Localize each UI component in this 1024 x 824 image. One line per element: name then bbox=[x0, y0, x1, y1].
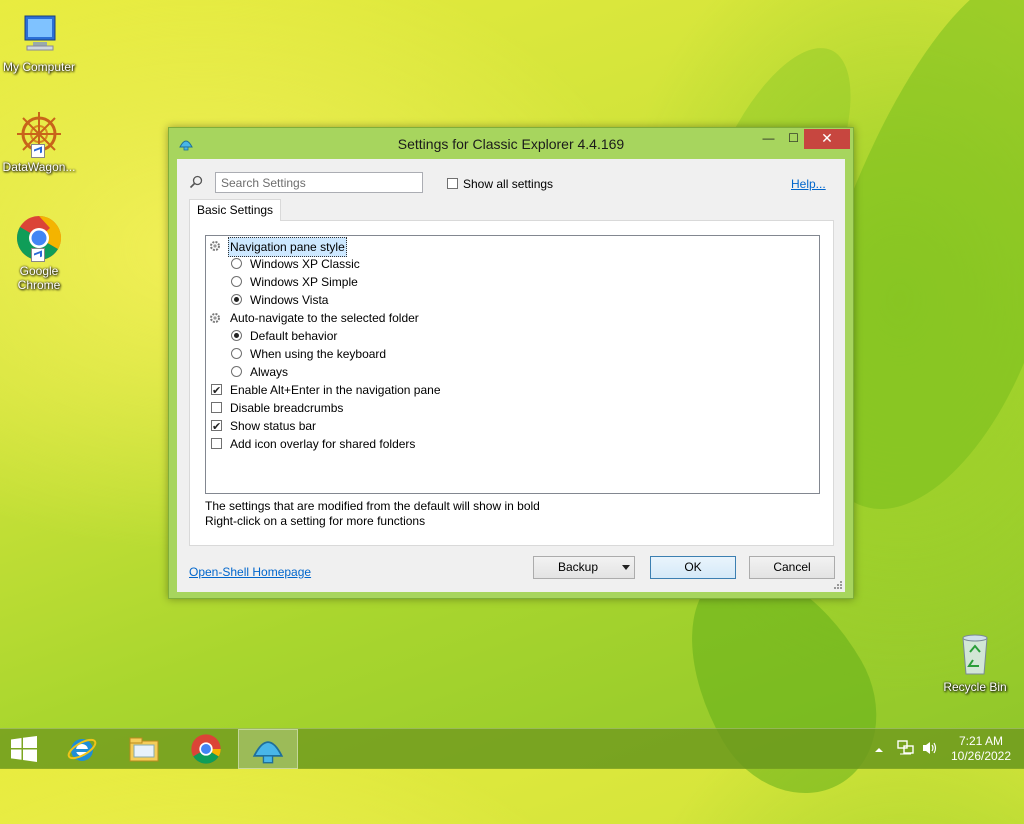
settings-gear-icon bbox=[210, 241, 220, 251]
shortcut-arrow-icon bbox=[31, 144, 45, 158]
radio-label: Windows XP Simple bbox=[250, 275, 358, 289]
settings-window: Settings for Classic Explorer 4.4.169 — … bbox=[168, 127, 854, 599]
tab-panel: Navigation pane style Windows XP Classic… bbox=[189, 220, 834, 546]
seashell-app-icon bbox=[252, 741, 284, 764]
checkbox[interactable] bbox=[211, 402, 222, 413]
start-button[interactable] bbox=[0, 729, 48, 769]
checkbox-checked[interactable] bbox=[211, 382, 222, 400]
dropdown-arrow-icon bbox=[622, 565, 630, 570]
desktop-icon-label: Google Chrome bbox=[17, 264, 61, 292]
radio-button[interactable] bbox=[231, 258, 242, 269]
checkbox-option[interactable]: Disable breadcrumbs bbox=[206, 399, 506, 417]
computer-icon bbox=[15, 10, 63, 58]
tree-label: Auto-navigate to the selected folder bbox=[230, 311, 419, 325]
recycle-bin-icon bbox=[951, 630, 999, 678]
show-all-settings-label[interactable]: Show all settings bbox=[463, 177, 553, 191]
settings-gear-icon bbox=[210, 313, 220, 323]
window-client-area: Show all settings Help... Basic Settings… bbox=[177, 159, 845, 592]
close-button[interactable]: ✕ bbox=[804, 129, 850, 149]
checkbox-option[interactable]: Show status bar bbox=[206, 417, 506, 436]
radio-option[interactable]: Always bbox=[206, 363, 456, 381]
taskbar: 7:21 AM 10/26/2022 bbox=[0, 728, 1024, 769]
maximize-button[interactable]: ☐ bbox=[780, 129, 807, 149]
desktop-icon-label: DataWagon... bbox=[2, 160, 76, 174]
volume-icon[interactable] bbox=[921, 740, 939, 780]
windows-logo-icon bbox=[11, 736, 37, 762]
clock-date: 10/26/2022 bbox=[950, 749, 1012, 763]
window-title: Settings for Classic Explorer 4.4.169 bbox=[397, 136, 625, 152]
open-shell-homepage-link[interactable]: Open-Shell Homepage bbox=[189, 565, 311, 579]
checkbox-option[interactable]: Enable Alt+Enter in the navigation pane bbox=[206, 381, 506, 400]
checkbox-option[interactable]: Add icon overlay for shared folders bbox=[206, 435, 506, 453]
tree-label: Navigation pane style bbox=[228, 237, 347, 257]
radio-button[interactable] bbox=[231, 366, 242, 377]
settings-tree[interactable]: Navigation pane style Windows XP Classic… bbox=[205, 235, 820, 494]
desktop-icon-google-chrome[interactable]: Google Chrome bbox=[0, 214, 79, 292]
footnote-right-click-info: Right-click on a setting for more functi… bbox=[205, 514, 426, 528]
tab-basic-settings[interactable]: Basic Settings bbox=[189, 199, 282, 221]
tree-group-navigation-pane-style[interactable]: Navigation pane style bbox=[206, 237, 406, 257]
show-all-settings-checkbox[interactable] bbox=[447, 178, 458, 189]
taskbar-file-explorer[interactable] bbox=[114, 729, 174, 769]
taskbar-internet-explorer[interactable] bbox=[52, 729, 112, 769]
radio-label: Always bbox=[250, 365, 289, 379]
tray-overflow-chevron-icon[interactable] bbox=[874, 743, 886, 783]
radio-label: When using the keyboard bbox=[250, 347, 387, 361]
radio-option[interactable]: Default behavior bbox=[206, 327, 456, 345]
radio-option[interactable]: Windows XP Simple bbox=[206, 273, 456, 291]
desktop-icon-datawagon[interactable]: DataWagon... bbox=[0, 110, 79, 174]
desktop-icon-label: My Computer bbox=[2, 60, 76, 74]
desktop-icon-my-computer[interactable]: My Computer bbox=[0, 10, 79, 74]
taskbar-clock[interactable]: 7:21 AM 10/26/2022 bbox=[944, 734, 1018, 764]
ok-button[interactable]: OK bbox=[650, 556, 736, 579]
search-icon bbox=[189, 175, 203, 189]
checkbox-label: Enable Alt+Enter in the navigation pane bbox=[230, 383, 441, 397]
radio-button[interactable] bbox=[231, 348, 242, 359]
backup-button-label: Backup bbox=[557, 560, 599, 574]
search-input[interactable] bbox=[215, 172, 423, 193]
network-icon[interactable] bbox=[897, 740, 915, 780]
radio-label: Windows XP Classic bbox=[250, 257, 360, 271]
radio-option[interactable]: Windows Vista bbox=[206, 291, 456, 309]
resize-grip-icon[interactable] bbox=[833, 580, 843, 590]
radio-button-selected[interactable] bbox=[231, 294, 242, 305]
minimize-button[interactable]: — bbox=[755, 129, 782, 149]
chrome-icon bbox=[15, 214, 63, 262]
checkbox-label: Add icon overlay for shared folders bbox=[230, 437, 416, 451]
desktop-icon-recycle-bin[interactable]: Recycle Bin bbox=[935, 630, 1015, 694]
folder-icon bbox=[129, 737, 159, 762]
radio-label: Default behavior bbox=[250, 329, 338, 343]
datawagon-icon bbox=[15, 110, 63, 158]
taskbar-classic-explorer-settings[interactable] bbox=[238, 729, 298, 769]
radio-button-selected[interactable] bbox=[231, 330, 242, 341]
checkbox-checked[interactable] bbox=[211, 418, 222, 436]
checkbox-label: Show status bar bbox=[230, 419, 317, 433]
cancel-button[interactable]: Cancel bbox=[749, 556, 835, 579]
desktop-icon-label: Recycle Bin bbox=[943, 680, 1007, 694]
radio-option[interactable]: Windows XP Classic bbox=[206, 255, 456, 273]
taskbar-chrome[interactable] bbox=[176, 729, 236, 769]
radio-button[interactable] bbox=[231, 276, 242, 287]
footnote-bold-info: The settings that are modified from the … bbox=[205, 499, 540, 513]
clock-time: 7:21 AM bbox=[958, 734, 1004, 748]
tree-group-auto-navigate[interactable]: Auto-navigate to the selected folder bbox=[206, 309, 506, 327]
checkbox[interactable] bbox=[211, 438, 222, 449]
title-bar[interactable]: Settings for Classic Explorer 4.4.169 — … bbox=[169, 128, 853, 160]
chrome-icon bbox=[191, 734, 221, 764]
checkbox-label: Disable breadcrumbs bbox=[230, 401, 344, 415]
radio-option[interactable]: When using the keyboard bbox=[206, 345, 456, 363]
shortcut-arrow-icon bbox=[31, 248, 45, 262]
help-link[interactable]: Help... bbox=[791, 177, 826, 191]
internet-explorer-icon bbox=[67, 738, 97, 761]
radio-label: Windows Vista bbox=[250, 293, 329, 307]
backup-button[interactable]: Backup bbox=[533, 556, 635, 579]
